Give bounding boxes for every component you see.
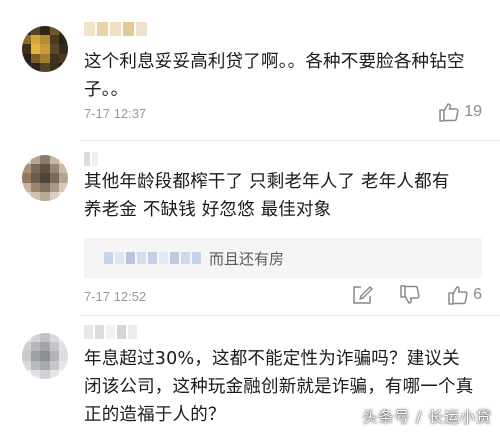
like-count: 6 bbox=[473, 286, 482, 303]
comment-text: 其他年龄段都榨干了 只剩老年人了 老年人都有 养老金 不缺钱 好忽悠 最佳对象 bbox=[84, 168, 482, 224]
comment-text-line: 其他年龄段都榨干了 只剩老年人了 老年人都有 bbox=[84, 172, 450, 192]
comment-text: 这个利息妥妥高利贷了啊。。各种不要脸各种钻空 子。。 bbox=[84, 48, 482, 104]
comment-actions: 6 bbox=[325, 284, 482, 306]
comment-actions: 19 bbox=[412, 101, 482, 123]
comment-text-line: 子。。 bbox=[84, 80, 129, 100]
username-blurred[interactable] bbox=[84, 325, 137, 339]
avatar[interactable] bbox=[22, 26, 68, 72]
edit-icon[interactable] bbox=[351, 284, 373, 306]
reply-username-blurred bbox=[104, 252, 201, 264]
reply-preview[interactable]: 而且还有房 bbox=[84, 238, 482, 278]
watermark: 头条号 / 长运小贷 bbox=[362, 408, 492, 426]
comment-text-line: 养老金 不缺钱 好忽悠 最佳对象 bbox=[84, 200, 332, 220]
reply-text: 而且还有房 bbox=[209, 249, 285, 268]
like-count: 19 bbox=[464, 103, 482, 120]
avatar[interactable] bbox=[22, 155, 68, 201]
comment-time: 7-17 12:52 bbox=[84, 289, 147, 304]
username-blurred[interactable] bbox=[84, 152, 98, 166]
comment-item: 其他年龄段都榨干了 只剩老年人了 老年人都有 养老金 不缺钱 好忽悠 最佳对象 … bbox=[0, 140, 500, 315]
comment-time: 7-17 12:37 bbox=[84, 106, 147, 121]
avatar[interactable] bbox=[22, 333, 68, 379]
thumbs-up-icon[interactable] bbox=[438, 101, 460, 123]
thumbs-up-icon[interactable] bbox=[447, 284, 469, 306]
comment-text-line: 闭该公司，这种玩金融创新就是诈骗，有哪一个真 bbox=[84, 377, 474, 397]
comment-item: 这个利息妥妥高利贷了啊。。各种不要脸各种钻空 子。。 7-17 12:37 19 bbox=[0, 0, 500, 140]
thumbs-down-icon[interactable] bbox=[399, 284, 421, 306]
username-blurred[interactable] bbox=[84, 22, 147, 36]
comment-text-line: 年息超过30%，这都不能定性为诈骗吗？建议关 bbox=[84, 349, 460, 369]
comment-text-line: 这个利息妥妥高利贷了啊。。各种不要脸各种钻空 bbox=[84, 52, 465, 72]
